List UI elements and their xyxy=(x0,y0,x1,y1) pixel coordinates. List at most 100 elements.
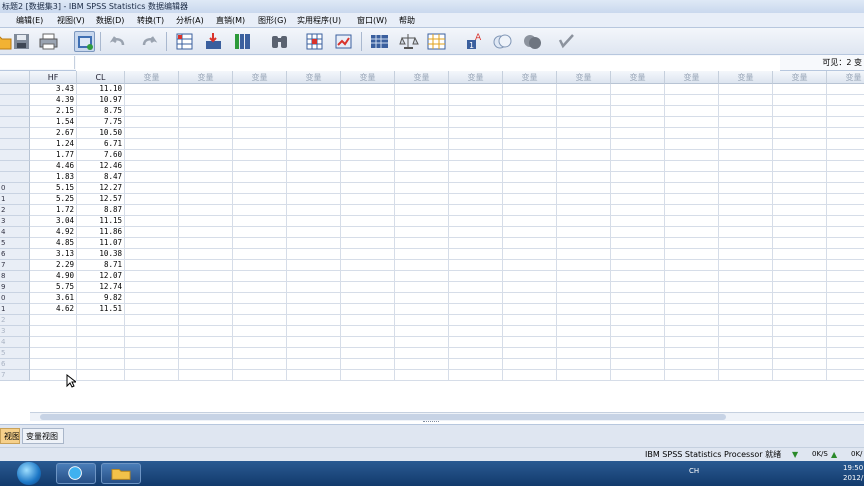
table-cell[interactable] xyxy=(341,95,395,106)
table-cell[interactable] xyxy=(719,304,773,315)
table-cell[interactable] xyxy=(449,106,503,117)
column-header[interactable]: 变量 xyxy=(179,71,233,84)
table-cell[interactable] xyxy=(503,304,557,315)
table-cell[interactable] xyxy=(395,359,449,370)
table-cell[interactable] xyxy=(341,260,395,271)
column-header[interactable]: 变量 xyxy=(557,71,611,84)
table-cell[interactable] xyxy=(827,304,864,315)
table-cell[interactable]: 2.67 xyxy=(30,128,77,139)
table-cell[interactable] xyxy=(557,304,611,315)
table-cell[interactable] xyxy=(449,128,503,139)
table-cell[interactable] xyxy=(449,139,503,150)
table-cell[interactable] xyxy=(665,84,719,95)
table-cell[interactable] xyxy=(233,128,287,139)
table-cell[interactable] xyxy=(395,238,449,249)
table-cell[interactable] xyxy=(125,216,179,227)
table-cell[interactable] xyxy=(719,117,773,128)
table-cell[interactable] xyxy=(503,359,557,370)
menu-analyze[interactable]: 分析(A) xyxy=(176,13,204,28)
table-cell[interactable] xyxy=(287,205,341,216)
table-cell[interactable] xyxy=(449,161,503,172)
table-cell[interactable] xyxy=(773,315,827,326)
table-cell[interactable] xyxy=(773,227,827,238)
table-cell[interactable]: 4.85 xyxy=(30,238,77,249)
table-cell[interactable] xyxy=(449,293,503,304)
table-cell[interactable] xyxy=(287,348,341,359)
table-cell[interactable] xyxy=(77,370,125,381)
table-cell[interactable] xyxy=(665,249,719,260)
table-cell[interactable] xyxy=(395,128,449,139)
table-cell[interactable] xyxy=(287,161,341,172)
table-cell[interactable] xyxy=(827,150,864,161)
table-cell[interactable]: 7.60 xyxy=(77,150,125,161)
table-cell[interactable] xyxy=(341,282,395,293)
table-cell[interactable] xyxy=(827,293,864,304)
table-cell[interactable] xyxy=(719,359,773,370)
table-cell[interactable] xyxy=(125,271,179,282)
table-cell[interactable] xyxy=(503,271,557,282)
row-header[interactable] xyxy=(0,128,30,139)
column-header[interactable]: 变量 xyxy=(773,71,827,84)
table-cell[interactable] xyxy=(611,205,665,216)
table-cell[interactable] xyxy=(341,128,395,139)
table-cell[interactable]: 1.77 xyxy=(30,150,77,161)
table-cell[interactable] xyxy=(179,183,233,194)
table-cell[interactable] xyxy=(179,260,233,271)
table-cell[interactable] xyxy=(665,293,719,304)
table-cell[interactable] xyxy=(503,326,557,337)
system-clock[interactable]: 19:50 2012/11 xyxy=(843,463,864,483)
table-cell[interactable] xyxy=(557,183,611,194)
table-cell[interactable] xyxy=(125,304,179,315)
table-cell[interactable] xyxy=(233,117,287,128)
table-cell[interactable] xyxy=(125,249,179,260)
table-cell[interactable] xyxy=(179,194,233,205)
table-cell[interactable] xyxy=(719,326,773,337)
table-cell[interactable] xyxy=(233,249,287,260)
table-cell[interactable] xyxy=(503,370,557,381)
table-cell[interactable]: 4.39 xyxy=(30,95,77,106)
table-cell[interactable] xyxy=(125,238,179,249)
table-cell[interactable] xyxy=(719,205,773,216)
table-cell[interactable] xyxy=(665,326,719,337)
table-cell[interactable] xyxy=(125,194,179,205)
table-cell[interactable] xyxy=(179,139,233,150)
table-cell[interactable] xyxy=(719,216,773,227)
table-cell[interactable] xyxy=(125,106,179,117)
table-cell[interactable] xyxy=(557,326,611,337)
table-cell[interactable] xyxy=(611,172,665,183)
table-cell[interactable] xyxy=(773,183,827,194)
table-cell[interactable] xyxy=(125,183,179,194)
table-cell[interactable] xyxy=(503,128,557,139)
table-cell[interactable] xyxy=(503,227,557,238)
table-cell[interactable] xyxy=(719,249,773,260)
table-cell[interactable] xyxy=(827,238,864,249)
row-header[interactable]: 7 xyxy=(0,260,30,271)
row-header[interactable]: 4 xyxy=(0,227,30,238)
table-cell[interactable] xyxy=(341,117,395,128)
table-cell[interactable]: 4.90 xyxy=(30,271,77,282)
goto-variable-icon[interactable] xyxy=(203,31,224,52)
table-cell[interactable] xyxy=(233,337,287,348)
table-cell[interactable] xyxy=(341,304,395,315)
table-cell[interactable] xyxy=(449,304,503,315)
undo-icon[interactable] xyxy=(108,31,129,52)
table-cell[interactable]: 11.51 xyxy=(77,304,125,315)
table-cell[interactable] xyxy=(179,282,233,293)
table-cell[interactable] xyxy=(773,337,827,348)
table-cell[interactable] xyxy=(233,359,287,370)
table-cell[interactable] xyxy=(77,348,125,359)
table-cell[interactable] xyxy=(341,150,395,161)
table-cell[interactable] xyxy=(611,128,665,139)
row-header[interactable]: 2 xyxy=(0,205,30,216)
table-cell[interactable] xyxy=(341,106,395,117)
table-cell[interactable] xyxy=(557,271,611,282)
table-cell[interactable] xyxy=(179,271,233,282)
table-cell[interactable] xyxy=(719,348,773,359)
row-header[interactable] xyxy=(0,161,30,172)
table-cell[interactable] xyxy=(287,216,341,227)
table-cell[interactable] xyxy=(287,370,341,381)
table-cell[interactable] xyxy=(287,260,341,271)
table-cell[interactable]: 8.47 xyxy=(77,172,125,183)
table-cell[interactable] xyxy=(395,304,449,315)
table-cell[interactable] xyxy=(665,260,719,271)
